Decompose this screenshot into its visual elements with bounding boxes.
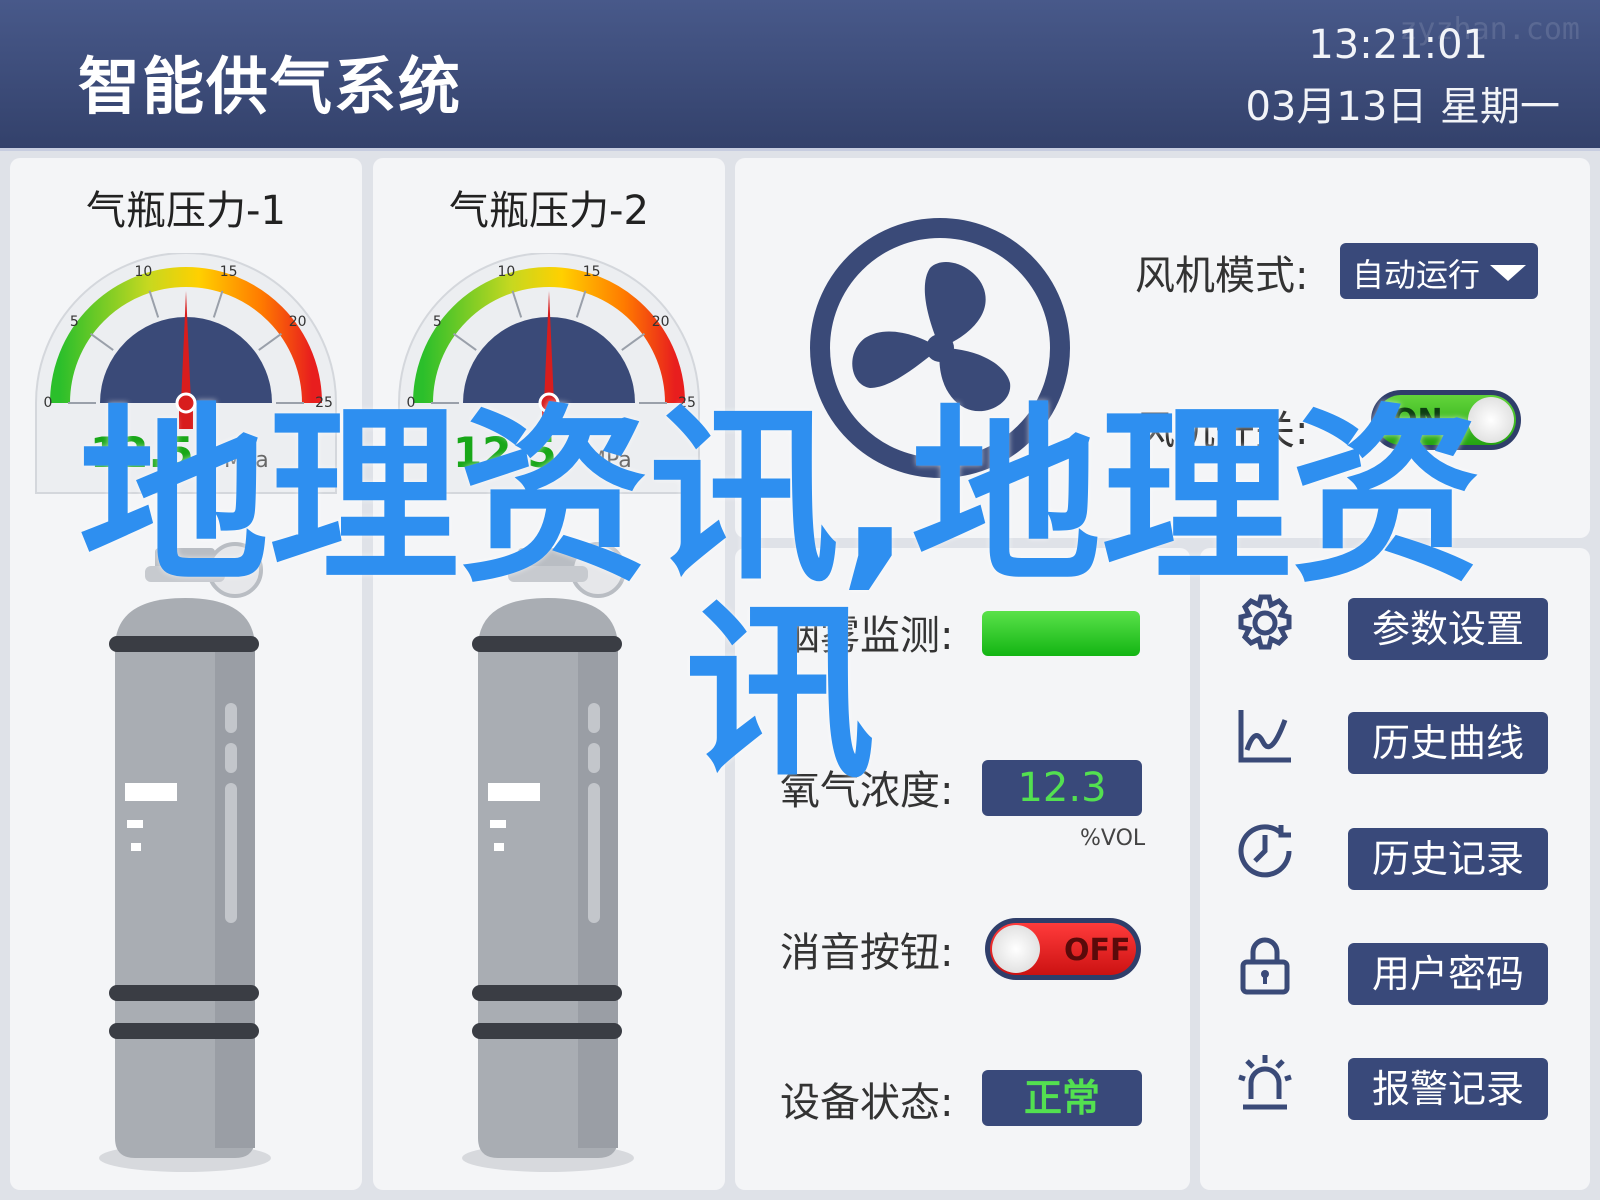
chevron-down-icon bbox=[1490, 265, 1526, 281]
cylinder-title: 气瓶压力-2 bbox=[449, 188, 649, 234]
app-header: 智能供气系统 zyzhan.com 13:21:01 03月13日 星期一 bbox=[0, 0, 1600, 151]
app-title: 智能供气系统 bbox=[78, 50, 463, 123]
toggle-state-text: OFF bbox=[1064, 933, 1131, 968]
clock-icon bbox=[1238, 824, 1292, 878]
menu-button-alarm-records[interactable]: 报警记录 bbox=[1348, 1058, 1548, 1120]
gauge-tick-label: 10 bbox=[497, 264, 515, 280]
gauge-tick-label: 15 bbox=[583, 264, 601, 280]
gauge-tick-label: 20 bbox=[652, 314, 670, 330]
fan-mode-select[interactable]: 自动运行 bbox=[1340, 243, 1538, 299]
toggle-knob bbox=[992, 925, 1040, 973]
alarm-icon bbox=[1238, 1055, 1292, 1110]
toggle-track: OFF bbox=[990, 923, 1136, 975]
gauge-tick-label: 0 bbox=[44, 395, 53, 411]
mute-toggle[interactable]: OFF bbox=[985, 918, 1141, 980]
gauge-tick-label: 5 bbox=[70, 314, 79, 330]
fan-mode-value: 自动运行 bbox=[1352, 256, 1481, 294]
lock-icon bbox=[1240, 937, 1290, 995]
gauge-tick-label: 10 bbox=[134, 264, 152, 280]
clock-date: 03月13日 星期一 bbox=[1245, 84, 1560, 130]
oxygen-unit: %VOL bbox=[1080, 826, 1146, 851]
device-status-value: 正常 bbox=[982, 1070, 1142, 1126]
mute-label: 消音按钮: bbox=[780, 930, 954, 976]
device-status-label: 设备状态: bbox=[780, 1080, 954, 1126]
clock-time: 13:21:01 bbox=[1308, 22, 1488, 68]
cylinder-title: 气瓶压力-1 bbox=[86, 188, 286, 234]
gauge-tick-label: 20 bbox=[289, 314, 307, 330]
gauge-tick-label: 15 bbox=[220, 264, 238, 280]
gauge-tick-label: 5 bbox=[433, 314, 442, 330]
fan-mode-label: 风机模式: bbox=[1135, 253, 1309, 299]
menu-button-user-password[interactable]: 用户密码 bbox=[1348, 943, 1548, 1005]
watermark-overlay-text: 地理资讯,地理资讯 bbox=[78, 387, 1482, 804]
menu-button-history-records[interactable]: 历史记录 bbox=[1348, 828, 1548, 890]
